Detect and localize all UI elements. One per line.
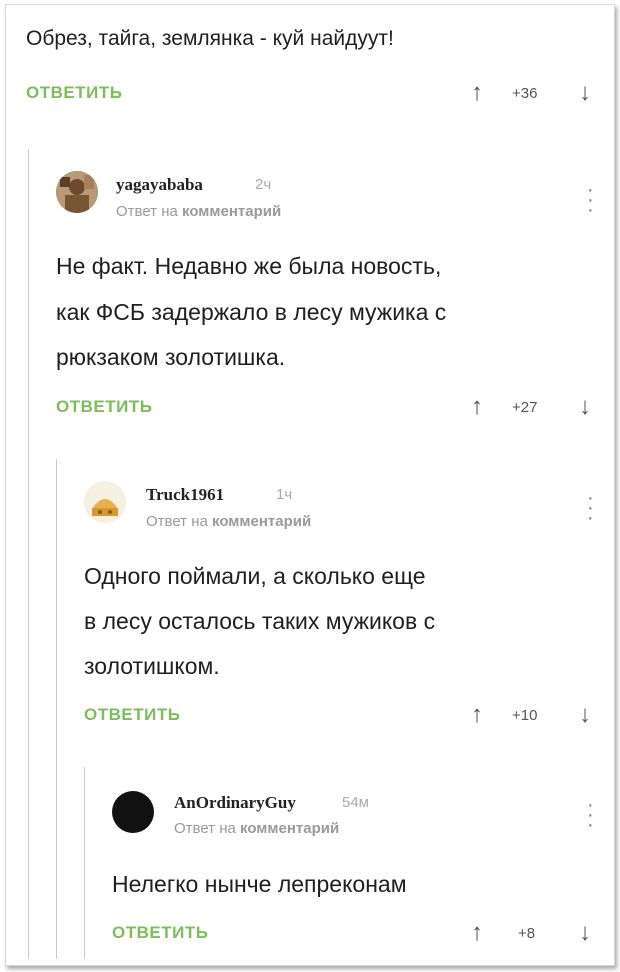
reply-to-prefix: Ответ на (116, 203, 178, 220)
comment-time: 54м (342, 794, 369, 811)
avatar[interactable] (56, 171, 98, 213)
arrow-down-icon[interactable]: ↓ (579, 921, 591, 945)
more-vertical-icon[interactable]: · · · (587, 180, 594, 220)
root-vote-count: +36 (512, 85, 538, 102)
comment-text-line: Одного поймали, а сколько еще (84, 563, 426, 589)
avatar[interactable] (84, 481, 126, 523)
comment-username[interactable]: yagayababa (116, 175, 203, 195)
comment-text-line: Нелегко нынче лепреконам (112, 871, 407, 897)
comment-text-line: как ФСБ задержало в лесу мужика с (56, 299, 447, 325)
arrow-down-icon[interactable]: ↓ (579, 703, 591, 727)
comment-text-line: рюкзаком золотишка. (56, 344, 286, 370)
arrow-up-icon[interactable]: ↑ (471, 395, 483, 419)
comment-text-line: в лесу осталось таких мужиков с (84, 608, 436, 634)
comment-time: 2ч (255, 176, 272, 193)
thread-guide-line (28, 149, 29, 959)
arrow-up-icon[interactable]: ↑ (471, 703, 483, 727)
root-comment-text: Обрез, тайга, землянка - куй найдуут! (26, 27, 394, 50)
reply-to-prefix: Ответ на (174, 820, 236, 837)
reply-to-link[interactable]: комментарий (212, 513, 311, 530)
comment-reply-to: Ответ на комментарий (146, 513, 311, 530)
thread-guide-line (84, 767, 85, 959)
comment-username[interactable]: AnOrdinaryGuy (174, 793, 296, 813)
reply-button[interactable]: ОТВЕТИТЬ (56, 397, 152, 417)
avatar[interactable] (112, 791, 154, 833)
comment-username[interactable]: Truck1961 (146, 485, 224, 505)
arrow-down-icon[interactable]: ↓ (579, 395, 591, 419)
reply-button[interactable]: ОТВЕТИТЬ (112, 923, 208, 943)
root-reply-button[interactable]: ОТВЕТИТЬ (26, 83, 122, 103)
reply-button[interactable]: ОТВЕТИТЬ (84, 705, 180, 725)
arrow-down-icon[interactable]: ↓ (579, 81, 591, 105)
comment-text-line: золотишком. (84, 653, 220, 679)
more-vertical-icon[interactable]: · · · (587, 795, 594, 835)
comment-text-line: Не факт. Недавно же была новость, (56, 253, 442, 279)
reply-to-prefix: Ответ на (146, 513, 208, 530)
more-vertical-icon[interactable]: · · · (587, 488, 594, 528)
vote-count: +10 (512, 707, 538, 724)
thread-guide-line (56, 459, 57, 959)
arrow-up-icon[interactable]: ↑ (471, 81, 483, 105)
vote-count: +27 (512, 399, 538, 416)
comment-thread: Обрез, тайга, землянка - куй найдуут! ОТ… (5, 4, 615, 966)
reply-to-link[interactable]: комментарий (182, 203, 281, 220)
vote-count: +8 (518, 925, 536, 942)
arrow-up-icon[interactable]: ↑ (471, 921, 483, 945)
reply-to-link[interactable]: комментарий (240, 820, 339, 837)
comment-reply-to: Ответ на комментарий (116, 203, 281, 220)
comment-time: 1ч (276, 486, 293, 503)
comment-reply-to: Ответ на комментарий (174, 820, 339, 837)
